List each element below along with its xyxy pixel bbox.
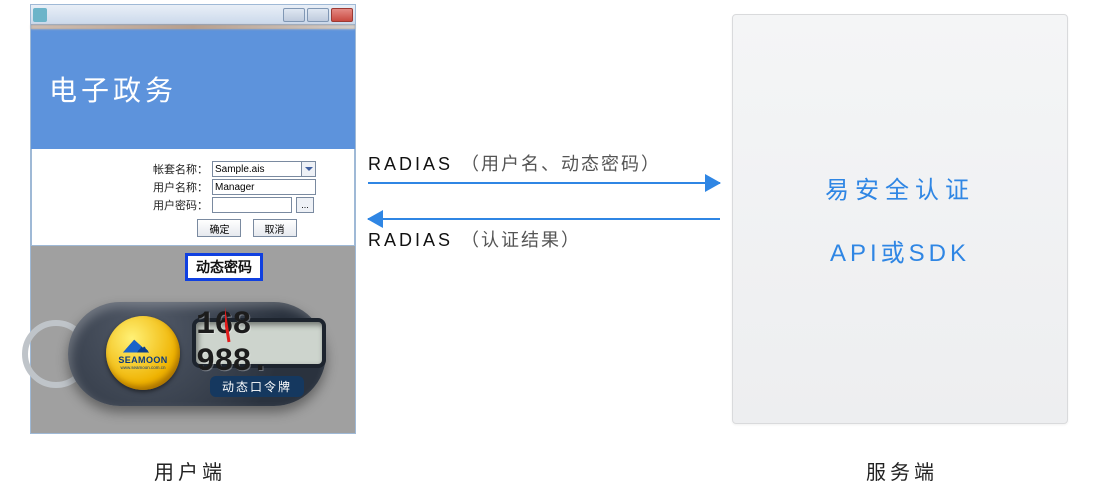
response-arrow-icon	[368, 218, 720, 220]
server-caption: 服务端	[866, 456, 938, 485]
app-banner: 电子政务	[31, 29, 355, 149]
server-title: 易安全认证	[825, 170, 975, 205]
flow-diagram: RADIAS （用户名、动态密码） RADIAS （认证结果）	[368, 150, 720, 258]
suite-row: 帐套名称：	[152, 161, 342, 177]
username-label: 用户名称：	[152, 179, 208, 195]
dynamic-password-tag: 动态密码	[185, 253, 263, 281]
password-extra-button[interactable]: ...	[296, 197, 314, 213]
app-icon	[33, 8, 47, 22]
username-row: 用户名称：	[152, 179, 342, 195]
request-protocol: RADIAS	[368, 154, 453, 174]
window-controls	[283, 8, 353, 22]
otp-token-device: SEAMOON www.seamoon.com.cn 168 988. 动态口令…	[48, 302, 328, 420]
token-brand-name: SEAMOON	[118, 355, 167, 365]
suite-input[interactable]	[212, 161, 302, 177]
client-caption: 用户端	[154, 456, 226, 485]
username-input[interactable]	[212, 179, 316, 195]
minimize-button[interactable]	[283, 8, 305, 22]
token-body: SEAMOON www.seamoon.com.cn 168 988. 动态口令…	[68, 302, 326, 406]
login-form: 帐套名称： 用户名称： 用户密码： ... 确定 取消	[31, 149, 355, 246]
request-arrow-icon	[368, 182, 720, 184]
cancel-button[interactable]: 取消	[253, 219, 297, 237]
request-args: （用户名、动态密码）	[461, 154, 661, 174]
password-input[interactable]	[212, 197, 292, 213]
response-protocol: RADIAS	[368, 230, 453, 250]
ok-button[interactable]: 确定	[197, 219, 241, 237]
seamoon-logo-icon	[123, 337, 163, 353]
request-flow-label: RADIAS （用户名、动态密码）	[368, 150, 720, 176]
token-lcd-value: 168 988.	[196, 306, 322, 380]
login-buttons: 确定 取消	[152, 219, 342, 237]
token-device-label: 动态口令牌	[210, 376, 304, 397]
window-titlebar	[31, 5, 355, 25]
suite-label: 帐套名称：	[152, 161, 208, 177]
password-label: 用户密码：	[152, 197, 208, 213]
banner-title: 电子政务	[49, 69, 177, 109]
token-lcd: 168 988.	[192, 318, 326, 368]
server-subtitle: API或SDK	[830, 233, 970, 268]
token-brand-url: www.seamoon.com.cn	[120, 365, 165, 370]
password-row: 用户密码： ...	[152, 197, 342, 213]
decorative-strip	[31, 25, 355, 29]
server-box: 易安全认证 API或SDK	[732, 14, 1068, 424]
response-flow-label: RADIAS （认证结果）	[368, 226, 720, 252]
maximize-button[interactable]	[307, 8, 329, 22]
close-button[interactable]	[331, 8, 353, 22]
token-brand-badge: SEAMOON www.seamoon.com.cn	[106, 316, 180, 390]
response-args: （认证结果）	[461, 230, 581, 250]
suite-history-dropdown-icon[interactable]	[302, 161, 316, 177]
